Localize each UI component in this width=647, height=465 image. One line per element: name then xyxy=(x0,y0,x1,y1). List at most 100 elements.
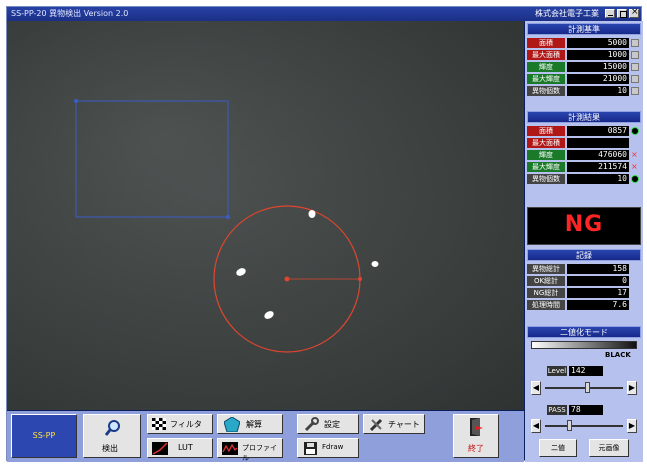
status-indicator[interactable] xyxy=(631,75,639,83)
status-indicator xyxy=(631,175,639,183)
camera-overlay xyxy=(7,21,524,410)
panel-row: 最大輝度 21000 xyxy=(527,74,641,84)
level-increase-button[interactable]: ▶ xyxy=(627,381,637,395)
lut-curve-icon xyxy=(152,442,168,455)
exit-label: 終了 xyxy=(468,444,484,453)
row-value: 0 xyxy=(567,276,629,286)
pass-decrease-button[interactable]: ◀ xyxy=(531,419,541,433)
circle-center-handle[interactable] xyxy=(284,276,290,282)
row-value: 5000 xyxy=(567,38,629,48)
camera-view[interactable] xyxy=(7,21,524,410)
row-value: 10 xyxy=(567,174,629,184)
exit-button[interactable]: 終了 xyxy=(453,414,499,458)
grayscale-gradient xyxy=(531,341,637,349)
exit-door-icon xyxy=(470,418,483,436)
filter-button[interactable]: フィルタ xyxy=(147,414,213,434)
binary-mode-button[interactable]: 二値 xyxy=(539,439,577,457)
detect-label: 検出 xyxy=(102,444,118,453)
panel-row: 異物個数 10 xyxy=(527,174,641,184)
floppy-disk-icon xyxy=(304,442,317,455)
tools-icon xyxy=(369,418,383,432)
roi-handle[interactable] xyxy=(74,99,78,103)
profile-graph-icon xyxy=(222,442,238,455)
row-label: 異物総計 xyxy=(527,264,565,274)
panel-row: 最大面積 1000 xyxy=(527,50,641,60)
file-label: Fdraw xyxy=(322,443,344,451)
settings-button[interactable]: 設定 xyxy=(297,414,359,434)
particle xyxy=(308,210,316,218)
row-label: 異物個数 xyxy=(527,174,565,184)
profile-button[interactable]: プロファイル xyxy=(217,438,283,462)
chart-button[interactable]: チャート xyxy=(363,414,425,434)
logo-label: SS-PP xyxy=(32,431,56,440)
panel-row: 最大面積 xyxy=(527,138,641,148)
level-label: Level xyxy=(547,366,567,376)
panel-row: NG総計 17 xyxy=(527,288,641,298)
particle xyxy=(371,261,379,267)
judgement-display: NG xyxy=(527,207,641,245)
level-slider-thumb[interactable] xyxy=(585,382,591,393)
measure-result-header: 計測結果 xyxy=(527,111,641,123)
panel-row: 処理時間 7.6 xyxy=(527,300,641,310)
profile-label: プロファイル xyxy=(242,444,277,462)
pass-slider-track[interactable] xyxy=(545,425,623,427)
row-value: 0857 xyxy=(567,126,629,136)
status-indicator[interactable] xyxy=(631,39,639,47)
status-indicator[interactable] xyxy=(631,87,639,95)
status-indicator xyxy=(631,127,639,135)
main-window: SS-PP-20 異物検出 Version 2.0 株式会社電子工業 × 計測基… xyxy=(6,6,643,462)
file-button[interactable]: Fdraw xyxy=(297,438,359,458)
detect-button[interactable]: 検出 xyxy=(83,414,141,458)
binary-mode-label: 二値 xyxy=(551,444,565,452)
calc-label: 解算 xyxy=(246,420,262,429)
row-label: 最大面積 xyxy=(527,50,565,60)
row-value: 7.6 xyxy=(567,300,629,310)
status-indicator[interactable] xyxy=(631,63,639,71)
filter-label: フィルタ xyxy=(170,420,202,429)
title-bar: SS-PP-20 異物検出 Version 2.0 株式会社電子工業 xyxy=(7,7,641,21)
row-label: NG総計 xyxy=(527,288,565,298)
pass-label: PASS xyxy=(547,405,567,415)
lut-label: LUT xyxy=(178,443,193,452)
logo-button[interactable]: SS-PP xyxy=(11,414,77,458)
panel-row: 面積 0857 xyxy=(527,126,641,136)
panel-row: 異物個数 10 xyxy=(527,86,641,96)
magnifier-icon xyxy=(104,420,120,436)
pass-increase-button[interactable]: ▶ xyxy=(627,419,637,433)
records-header: 記録 xyxy=(527,249,641,261)
checker-icon xyxy=(152,418,166,430)
close-button[interactable] xyxy=(629,7,639,18)
level-slider-track[interactable] xyxy=(545,387,623,389)
row-label: 異物個数 xyxy=(527,86,565,96)
original-image-label: 元画像 xyxy=(598,444,620,452)
original-image-button[interactable]: 元画像 xyxy=(589,439,629,457)
company-name: 株式会社電子工業 xyxy=(535,9,599,18)
lut-button[interactable]: LUT xyxy=(147,438,213,458)
row-value: 10 xyxy=(567,86,629,96)
row-label: 輝度 xyxy=(527,150,565,160)
status-indicator[interactable] xyxy=(631,51,639,59)
panel-row: 異物総計 158 xyxy=(527,264,641,274)
calc-button[interactable]: 解算 xyxy=(217,414,283,434)
level-value: 142 xyxy=(569,366,603,376)
measure-settings-header: 計測基準 xyxy=(527,23,641,35)
row-value: 17 xyxy=(567,288,629,298)
row-value: 476060 xyxy=(567,150,629,160)
row-label: 処理時間 xyxy=(527,300,565,310)
minimize-button[interactable] xyxy=(605,9,615,18)
settings-label: 設定 xyxy=(324,420,340,429)
row-label: 最大輝度 xyxy=(527,74,565,84)
level-decrease-button[interactable]: ◀ xyxy=(531,381,541,395)
panel-row: 最大輝度 211574 × xyxy=(527,162,641,172)
row-value: 21000 xyxy=(567,74,629,84)
pass-slider-thumb[interactable] xyxy=(566,420,572,431)
row-value: 15000 xyxy=(567,62,629,72)
row-value: 158 xyxy=(567,264,629,274)
row-value xyxy=(567,138,629,148)
status-indicator: × xyxy=(631,150,638,159)
circle-radius-handle[interactable] xyxy=(358,277,362,281)
maximize-button[interactable] xyxy=(617,9,627,18)
black-label: BLACK xyxy=(605,351,631,359)
wrench-icon xyxy=(304,417,319,432)
roi-handle[interactable] xyxy=(226,215,230,219)
